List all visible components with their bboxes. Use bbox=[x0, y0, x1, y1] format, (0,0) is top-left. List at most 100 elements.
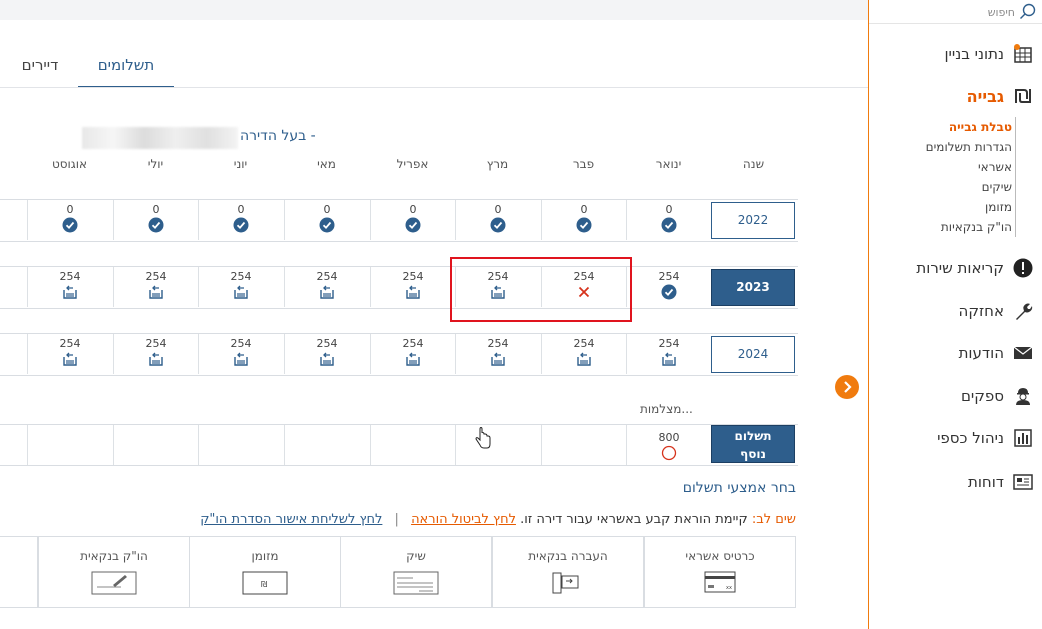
payment-cell[interactable]: 0 bbox=[27, 200, 112, 240]
payment-cell[interactable]: 0 bbox=[113, 200, 198, 240]
payment-cell[interactable]: 254 bbox=[370, 267, 455, 307]
standing-order-notice: שים לב: קיימת הוראת קבע באשראי עבור דירה… bbox=[0, 512, 796, 527]
payment-amount: 254 bbox=[658, 270, 680, 283]
payment-cell[interactable]: 254 bbox=[113, 267, 198, 307]
send-approval-link[interactable]: לחץ לשליחת אישור הסדרת הו"ק bbox=[200, 512, 382, 527]
tab-payments[interactable]: תשלומים bbox=[78, 56, 174, 74]
paid-check-icon bbox=[627, 217, 711, 235]
year-button-2024[interactable]: 2024 bbox=[711, 336, 795, 373]
payment-cell[interactable]: 254 bbox=[370, 334, 455, 374]
payment-amount: 0 bbox=[494, 203, 502, 216]
extra-cell[interactable] bbox=[541, 425, 626, 465]
notice-text: קיימת הוראת קבע באשראי עבור דירה זו. bbox=[520, 512, 748, 527]
cancel-order-link[interactable]: לחץ לביטול הוראה bbox=[411, 512, 516, 527]
sidebar-item-building[interactable]: נתוני בניין bbox=[944, 42, 1034, 66]
pending-payment-icon bbox=[285, 284, 369, 302]
payment-cell[interactable]: 254 bbox=[455, 334, 540, 374]
sidebar-item-label: נתוני בניין bbox=[944, 45, 1004, 63]
sidebar-item-messages[interactable]: הודעות bbox=[959, 341, 1034, 365]
method-check[interactable]: שיק bbox=[340, 536, 492, 608]
payment-cell[interactable]: 0 bbox=[198, 200, 283, 240]
pending-payment-icon bbox=[542, 351, 626, 369]
column-header-mar: מרץ bbox=[486, 157, 509, 171]
pending-payment-icon bbox=[28, 351, 112, 369]
paid-check-icon bbox=[114, 217, 198, 235]
credit-card-icon: xx bbox=[704, 571, 736, 593]
method-credit-card[interactable]: כרטיס אשראי xx bbox=[644, 536, 796, 608]
sidebar-item-label: קריאות שירות bbox=[916, 259, 1004, 277]
method-cash[interactable]: מזומן ₪ bbox=[189, 536, 341, 608]
payment-cell[interactable]: 254 bbox=[626, 267, 711, 307]
year-button-2022[interactable]: 2022 bbox=[711, 202, 795, 239]
payment-cell[interactable]: 0 bbox=[541, 200, 626, 240]
method-standing-order[interactable]: הו"ק בנקאית bbox=[38, 536, 190, 608]
sidebar-item-finance[interactable]: ניהול כספי bbox=[937, 426, 1034, 450]
subnav-credit[interactable]: אשראי bbox=[896, 157, 1012, 177]
payment-amount: 254 bbox=[658, 337, 680, 350]
chart-icon bbox=[1012, 427, 1034, 449]
sidebar-item-label: אחזקה bbox=[958, 302, 1004, 320]
paid-check-icon bbox=[456, 217, 540, 235]
tabs-divider bbox=[0, 87, 868, 88]
payment-cell[interactable]: 254 bbox=[626, 334, 711, 374]
extra-cell[interactable] bbox=[370, 425, 455, 465]
payment-cell[interactable] bbox=[0, 334, 27, 374]
paid-check-icon bbox=[627, 284, 711, 302]
standing-order-icon bbox=[91, 571, 137, 595]
payment-cell[interactable]: 0 bbox=[626, 200, 711, 240]
method-label: הו"ק בנקאית bbox=[80, 549, 148, 563]
extra-cell[interactable] bbox=[27, 425, 112, 465]
column-header-apr: אפריל bbox=[396, 157, 429, 171]
subnav-cash[interactable]: מזומן bbox=[896, 197, 1012, 217]
extra-cell[interactable] bbox=[284, 425, 369, 465]
search-icon[interactable] bbox=[1019, 3, 1037, 21]
extra-cell[interactable] bbox=[113, 425, 198, 465]
sidebar-item-suppliers[interactable]: ספקים bbox=[961, 384, 1034, 408]
extra-payment-cell[interactable]: 800 bbox=[626, 425, 711, 465]
worker-icon bbox=[1012, 385, 1034, 407]
sidebar-item-label: הודעות bbox=[958, 344, 1004, 362]
subnav-standing-orders[interactable]: הו"ק בנקאיות bbox=[896, 217, 1012, 237]
collapse-sidebar-button[interactable] bbox=[835, 375, 859, 399]
chevron-right-icon bbox=[844, 381, 852, 393]
sidebar-item-collection[interactable]: גבייה bbox=[967, 84, 1034, 108]
payment-cell[interactable]: 254 bbox=[198, 267, 283, 307]
sidebar-item-service-calls[interactable]: קריאות שירות bbox=[916, 256, 1034, 280]
notice-separator: | bbox=[394, 512, 399, 527]
payment-cell[interactable]: 254 bbox=[284, 334, 369, 374]
payment-amount: 254 bbox=[402, 337, 424, 350]
svg-text:₪: ₪ bbox=[261, 580, 267, 589]
payment-amount: 254 bbox=[573, 337, 595, 350]
extra-payment-amount: 800 bbox=[658, 431, 680, 444]
payment-cell[interactable]: 0 bbox=[370, 200, 455, 240]
sidebar-item-reports[interactable]: דוחות bbox=[968, 470, 1034, 494]
payment-cell[interactable]: 0 bbox=[284, 200, 369, 240]
search-input[interactable] bbox=[869, 2, 1015, 22]
extra-payment-button[interactable]: תשלום נוסף bbox=[711, 425, 795, 463]
method-label: כרטיס אשראי bbox=[685, 549, 755, 563]
payment-cell[interactable] bbox=[0, 267, 27, 307]
sidebar-item-maintenance[interactable]: אחזקה bbox=[959, 299, 1034, 323]
paid-check-icon bbox=[542, 217, 626, 235]
payment-cell[interactable]: 254 bbox=[113, 334, 198, 374]
highlight-frame bbox=[450, 257, 632, 322]
extra-cell[interactable] bbox=[198, 425, 283, 465]
loading-text: מצלמות... bbox=[640, 402, 693, 416]
payment-cell[interactable]: 0 bbox=[455, 200, 540, 240]
subnav-payment-settings[interactable]: הגדרות תשלומים bbox=[896, 137, 1012, 157]
tab-residents[interactable]: דיירים bbox=[10, 56, 70, 74]
method-more[interactable] bbox=[0, 536, 38, 608]
subnav-collection-table[interactable]: טבלת גבייה bbox=[896, 117, 1012, 137]
subnav-checks[interactable]: שיקים bbox=[896, 177, 1012, 197]
payment-cell[interactable]: 254 bbox=[541, 334, 626, 374]
pending-payment-icon bbox=[371, 284, 455, 302]
payment-cell[interactable] bbox=[0, 200, 27, 240]
payment-cell[interactable]: 254 bbox=[198, 334, 283, 374]
year-button-2023[interactable]: 2023 bbox=[711, 269, 795, 306]
extra-cell[interactable] bbox=[455, 425, 540, 465]
payment-cell[interactable]: 254 bbox=[284, 267, 369, 307]
method-bank-transfer[interactable]: העברה בנקאית bbox=[492, 536, 644, 608]
payment-cell[interactable]: 254 bbox=[27, 267, 112, 307]
owner-name-redacted bbox=[82, 127, 238, 149]
payment-cell[interactable]: 254 bbox=[27, 334, 112, 374]
